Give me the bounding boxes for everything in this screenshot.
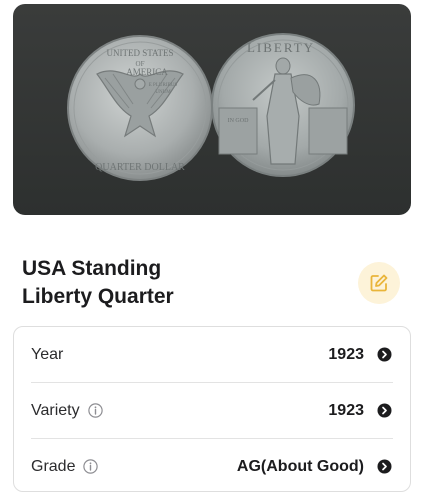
- detail-row-grade[interactable]: Grade AG(About Good): [14, 439, 410, 494]
- coin-photo: UNITED STATES OF AMERICA E PLURIBUS UNUM…: [13, 4, 411, 215]
- detail-value: 1923: [328, 345, 364, 363]
- edit-icon: [370, 274, 388, 292]
- detail-row-variety[interactable]: Variety 1923: [14, 383, 410, 438]
- detail-value: AG(About Good): [236, 457, 364, 475]
- coin-text-bottom: QUARTER DOLLAR: [95, 162, 185, 173]
- detail-label: Grade: [31, 457, 99, 476]
- coin-text-liberty: LIBERTY: [247, 40, 315, 55]
- coin-reverse: LIBERTY IN GOD: [211, 33, 355, 177]
- detail-label: Variety: [31, 402, 103, 420]
- info-icon[interactable]: [83, 459, 99, 474]
- detail-label-text: Variety: [31, 401, 80, 419]
- detail-value: 1923: [328, 401, 364, 419]
- edit-button[interactable]: [358, 262, 400, 304]
- detail-label: Year: [31, 346, 63, 364]
- coin-text-top: UNITED STATES: [106, 48, 173, 58]
- coin-text-motto2: UNUM: [155, 90, 171, 95]
- chevron-right-icon: [377, 459, 392, 474]
- coin-text-trust: IN GOD: [228, 118, 249, 124]
- chevron-right-icon: [377, 347, 392, 362]
- detail-row-year[interactable]: Year 1923: [14, 327, 410, 382]
- coin-text-motto1: E PLURIBUS: [149, 83, 178, 88]
- coin-obverse: UNITED STATES OF AMERICA E PLURIBUS UNUM…: [67, 35, 213, 181]
- coin-image: UNITED STATES OF AMERICA E PLURIBUS UNUM…: [67, 33, 355, 181]
- chevron-right-icon: [377, 403, 392, 418]
- title-row: USA Standing Liberty Quarter: [22, 255, 402, 315]
- detail-label-text: Grade: [31, 457, 76, 475]
- info-icon[interactable]: [87, 403, 103, 418]
- details-card: Year 1923 Variety 1923 Grade AG(About Go…: [13, 326, 411, 492]
- detail-label-text: Year: [31, 345, 64, 363]
- coin-text-america: AMERICA: [126, 67, 168, 77]
- coin-title: USA Standing Liberty Quarter: [22, 257, 174, 308]
